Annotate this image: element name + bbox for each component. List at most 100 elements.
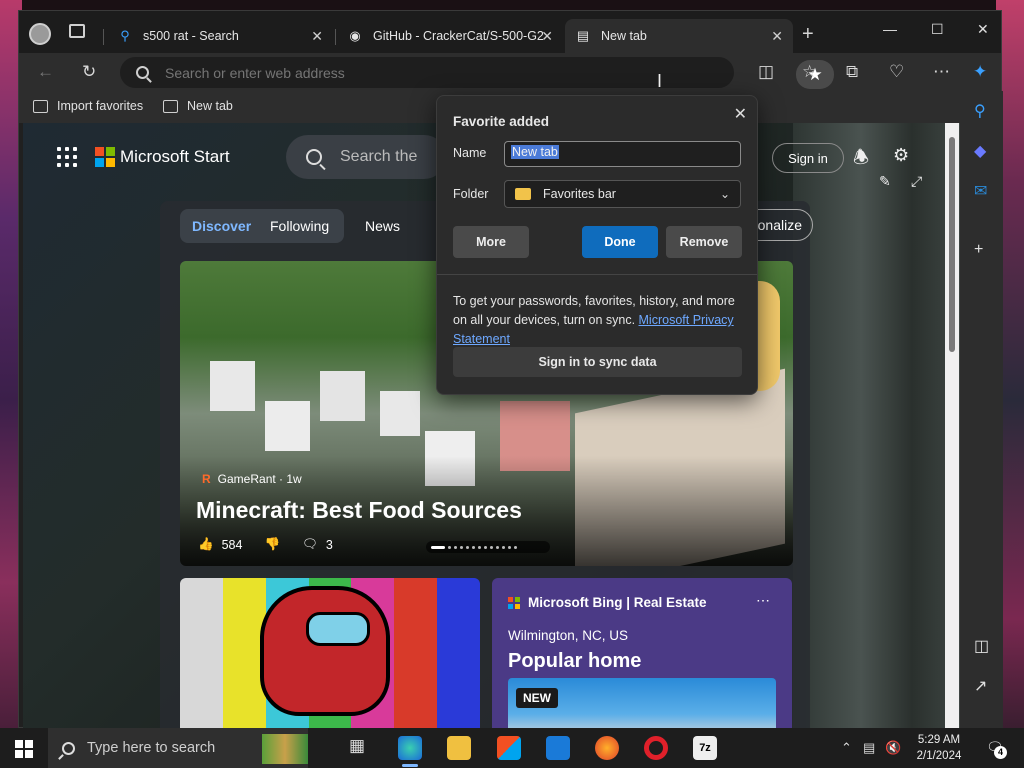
comment-icon[interactable]: 🗨 bbox=[302, 537, 318, 552]
tab-following[interactable]: Following bbox=[270, 218, 329, 234]
sign-in-button[interactable]: Sign in bbox=[772, 143, 844, 173]
firefox-icon[interactable] bbox=[595, 736, 619, 760]
edit-background-icon[interactable]: ✎ bbox=[879, 173, 891, 190]
tab-discover[interactable]: Discover bbox=[192, 218, 251, 234]
split-screen-button[interactable]: ◫ bbox=[758, 62, 774, 82]
chicken-graphic bbox=[265, 401, 310, 451]
app-launcher-icon[interactable] bbox=[57, 147, 77, 167]
more-options-icon[interactable]: ⋯ bbox=[756, 592, 770, 609]
like-count: 584 bbox=[221, 537, 243, 552]
sign-in-sync-button[interactable]: Sign in to sync data bbox=[453, 347, 742, 377]
microsoft-logo-icon bbox=[508, 596, 520, 609]
search-icon bbox=[62, 741, 75, 755]
start-button[interactable] bbox=[15, 740, 33, 758]
newtab-icon bbox=[163, 99, 178, 113]
chicken-graphic bbox=[210, 361, 255, 411]
volume-muted-icon[interactable]: 🔇 bbox=[885, 740, 901, 756]
tab-github[interactable]: ◉ GitHub - CrackerCat/S-500-G2 ✕ bbox=[337, 19, 563, 53]
brand-title: Microsoft Start bbox=[120, 147, 230, 166]
refresh-button[interactable]: ↻ bbox=[82, 62, 96, 82]
folder-select[interactable]: Favorites bar ⌄ bbox=[504, 180, 741, 208]
card-title[interactable]: Popular home bbox=[508, 650, 641, 673]
favorites-item-label: Import favorites bbox=[57, 99, 144, 113]
outlook-icon[interactable]: ✉ bbox=[974, 181, 987, 201]
close-icon[interactable]: ✕ bbox=[771, 28, 783, 45]
newtab-icon: ▤ bbox=[576, 28, 590, 43]
favorites-item-new-tab[interactable]: New tab bbox=[163, 99, 233, 113]
taskbar-search-box[interactable]: Type here to search bbox=[48, 728, 308, 768]
chicken-graphic bbox=[380, 391, 420, 436]
new-tab-button[interactable]: + bbox=[802, 23, 814, 46]
address-bar[interactable]: ★ bbox=[120, 57, 834, 89]
bell-icon[interactable]: 🕭 bbox=[853, 145, 869, 175]
settings-more-button[interactable]: ⋯ bbox=[933, 62, 950, 82]
chicken-graphic bbox=[320, 371, 365, 421]
task-view-icon[interactable]: ▦ bbox=[349, 736, 373, 760]
sidebar-toggle-icon[interactable]: ◫ bbox=[974, 636, 989, 656]
close-icon[interactable]: ✕ bbox=[734, 104, 747, 124]
favorites-button[interactable]: ☆ bbox=[802, 62, 817, 82]
folder-value: Favorites bar bbox=[543, 187, 616, 201]
search-icon[interactable]: ⚲ bbox=[974, 101, 986, 121]
carousel-dots[interactable] bbox=[426, 541, 550, 553]
clock-date: 2/1/2024 bbox=[916, 750, 962, 762]
tab-actions-icon[interactable] bbox=[69, 24, 85, 38]
close-icon[interactable]: ✕ bbox=[541, 28, 553, 45]
clock-time: 5:29 AM bbox=[917, 734, 961, 746]
tab-search[interactable]: ⚲ s500 rat - Search ✕ bbox=[107, 19, 333, 53]
close-icon[interactable]: ✕ bbox=[311, 28, 323, 45]
new-badge: NEW bbox=[516, 688, 558, 708]
microsoft-store-icon[interactable] bbox=[497, 736, 521, 760]
chevron-up-icon[interactable]: ⌃ bbox=[841, 740, 852, 756]
done-button[interactable]: Done bbox=[582, 226, 658, 258]
copilot-icon[interactable]: ✦ bbox=[973, 62, 987, 82]
tab-strip: ⚲ s500 rat - Search ✕ ◉ GitHub - Cracker… bbox=[19, 11, 1001, 53]
real-estate-card[interactable]: Microsoft Bing | Real Estate ⋯ Wilmingto… bbox=[492, 578, 792, 729]
close-window-button[interactable]: ✕ bbox=[977, 21, 989, 38]
tab-title: GitHub - CrackerCat/S-500-G2 bbox=[373, 29, 543, 43]
tab-separator bbox=[335, 29, 336, 45]
add-icon[interactable]: + bbox=[974, 241, 983, 259]
image-card-among-us[interactable] bbox=[180, 578, 480, 729]
external-link-icon[interactable]: ↗ bbox=[974, 676, 987, 696]
mail-icon[interactable] bbox=[546, 736, 570, 760]
collections-button[interactable]: ⧉ bbox=[846, 62, 858, 82]
minimize-button[interactable]: — bbox=[883, 21, 897, 37]
gear-icon[interactable]: ⚙ bbox=[893, 145, 909, 166]
tab-title: s500 rat - Search bbox=[143, 29, 239, 43]
network-icon[interactable]: ▤ bbox=[863, 740, 875, 756]
expand-icon[interactable]: ⤢ bbox=[911, 173, 922, 190]
favorites-item-import[interactable]: Import favorites bbox=[33, 99, 143, 113]
favorite-added-dialog: Favorite added ✕ Name New tab Folder Fav… bbox=[436, 95, 758, 395]
notification-center-icon[interactable]: 🗨4 bbox=[986, 739, 1007, 759]
name-label: Name bbox=[453, 146, 487, 160]
7zip-icon[interactable]: 7z bbox=[693, 736, 717, 760]
remove-button[interactable]: Remove bbox=[666, 226, 742, 258]
more-button[interactable]: More bbox=[453, 226, 529, 258]
github-icon: ◉ bbox=[349, 28, 361, 43]
opera-icon[interactable] bbox=[644, 736, 668, 760]
scrollbar-thumb[interactable] bbox=[949, 137, 955, 352]
search-icon bbox=[306, 149, 322, 165]
file-explorer-icon[interactable] bbox=[447, 736, 471, 760]
search-placeholder: Search the bbox=[340, 148, 418, 165]
tab-new-tab[interactable]: ▤ New tab ✕ bbox=[565, 19, 793, 53]
browser-essentials-button[interactable]: ♡ bbox=[889, 62, 904, 82]
tab-news[interactable]: News bbox=[365, 218, 400, 234]
edge-browser-window: ⚲ s500 rat - Search ✕ ◉ GitHub - Cracker… bbox=[18, 10, 1003, 729]
favorite-name-input[interactable]: New tab bbox=[504, 141, 741, 167]
profile-avatar-icon[interactable] bbox=[29, 23, 51, 45]
among-us-graphic bbox=[260, 586, 390, 716]
page-scrollbar[interactable] bbox=[945, 123, 959, 729]
thumbs-down-icon[interactable]: 👎 bbox=[264, 537, 280, 552]
back-button[interactable]: ← bbox=[37, 62, 54, 82]
thumbs-up-icon[interactable]: 👍 bbox=[198, 537, 214, 552]
web-search-box[interactable]: Search the bbox=[286, 135, 446, 179]
taskbar-clock[interactable]: 5:29 AM 2/1/2024 bbox=[909, 732, 969, 764]
tab-title: New tab bbox=[601, 29, 647, 43]
maximize-button[interactable]: ☐ bbox=[931, 21, 944, 38]
article-title[interactable]: Minecraft: Best Food Sources bbox=[196, 497, 522, 524]
edge-taskbar-icon[interactable] bbox=[398, 736, 422, 767]
address-input[interactable] bbox=[165, 64, 605, 81]
copilot-sidebar-icon[interactable]: ◆ bbox=[974, 141, 986, 161]
